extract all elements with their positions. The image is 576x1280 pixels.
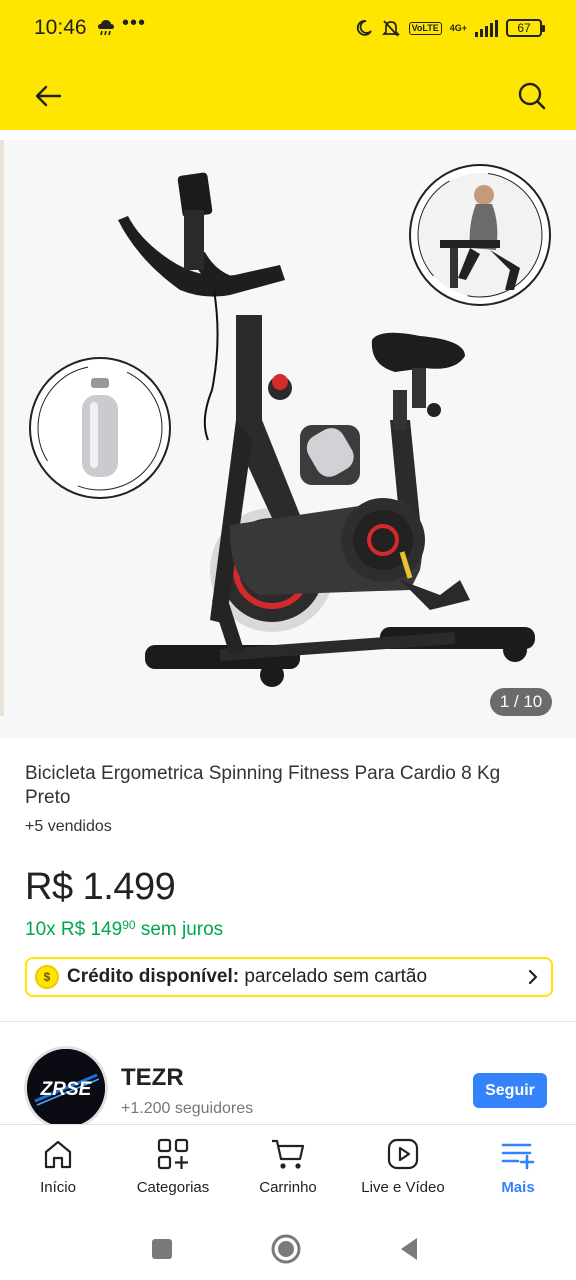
nav-label-live-video: Live e Vídeo [361,1179,445,1196]
nav-label-cart: Carrinho [259,1179,317,1196]
play-icon [387,1138,419,1170]
signal-icon [475,19,498,37]
nav-item-cart[interactable]: Carrinho [233,1137,343,1207]
rider-inset [409,164,551,306]
square-icon [152,1239,172,1259]
nav-label-home: Início [40,1179,76,1196]
exercise-bike-image [29,164,551,687]
weather-icon [98,20,114,36]
status-time: 10:46 [34,16,87,39]
arrow-left-icon [35,85,62,107]
installments-info: 10x R$ 14990 sem juros [25,918,223,941]
follow-button[interactable]: Seguir [473,1073,547,1108]
coin-icon: $ [35,965,59,989]
bottle-inset [29,357,171,499]
nav-item-more[interactable]: Mais [463,1137,573,1207]
back-button[interactable] [26,74,70,118]
product-price: R$ 1.499 [25,866,176,908]
status-indicators: VoLTE 4G+ 67 [355,14,545,42]
seller-name[interactable]: TEZR [121,1064,184,1092]
credit-available-banner[interactable]: $ Crédito disponível: parcelado sem cart… [25,957,553,997]
installments-cents: 90 [122,918,136,932]
product-image-gallery[interactable] [0,140,576,738]
image-page-indicator: 1 / 10 [490,688,552,716]
menu-plus-icon [501,1143,535,1170]
credit-description: parcelado sem cartão [244,966,428,987]
nav-label-more: Mais [501,1179,535,1196]
bell-off-icon [381,20,400,37]
home-icon [44,1140,72,1169]
cart-icon [272,1139,305,1169]
nav-label-categories: Categorias [136,1179,210,1196]
home-system-button[interactable] [269,1232,303,1266]
nav-item-categories[interactable]: Categorias [118,1137,228,1207]
credit-label: Crédito disponível: [67,966,240,987]
bottom-navigation: Início Categorias Carrinho Live e Vídeo … [0,1124,576,1216]
battery-icon: 67 [506,19,545,37]
system-navigation-bar [0,1216,576,1280]
sold-count: +5 vendidos [25,818,112,835]
nav-item-home[interactable]: Início [3,1137,113,1207]
back-system-button[interactable] [392,1232,426,1266]
installments-amount: 10x R$ 149 [25,919,123,940]
status-more-icon: ••• [122,12,147,34]
seller-logo: ZRSE [27,1049,105,1127]
chevron-right-icon [528,969,538,985]
categories-icon [157,1138,189,1170]
app-header [0,60,576,130]
triangle-back-icon [401,1238,417,1260]
section-divider [0,1021,576,1022]
previous-image-edge [0,140,4,716]
seller-logo-text: ZRSE [40,1079,93,1100]
network-type: 4G+ [449,23,467,33]
installments-suffix: sem juros [140,919,224,940]
seller-avatar[interactable]: ZRSE [24,1046,108,1130]
search-button[interactable] [510,74,554,118]
product-title: Bicicleta Ergometrica Spinning Fitness P… [25,763,501,808]
credit-text: Crédito disponível: parcelado sem cartão [67,966,427,988]
volte-badge: VoLTE [408,21,442,35]
status-bar: 10:46 ••• VoLTE 4G+ 67 [0,0,576,60]
moon-icon [356,20,372,36]
nav-item-live-video[interactable]: Live e Vídeo [348,1137,458,1207]
recent-apps-button[interactable] [145,1232,179,1266]
search-icon [518,82,546,110]
circle-icon [271,1234,301,1264]
seller-followers: +1.200 seguidores [121,1100,254,1117]
